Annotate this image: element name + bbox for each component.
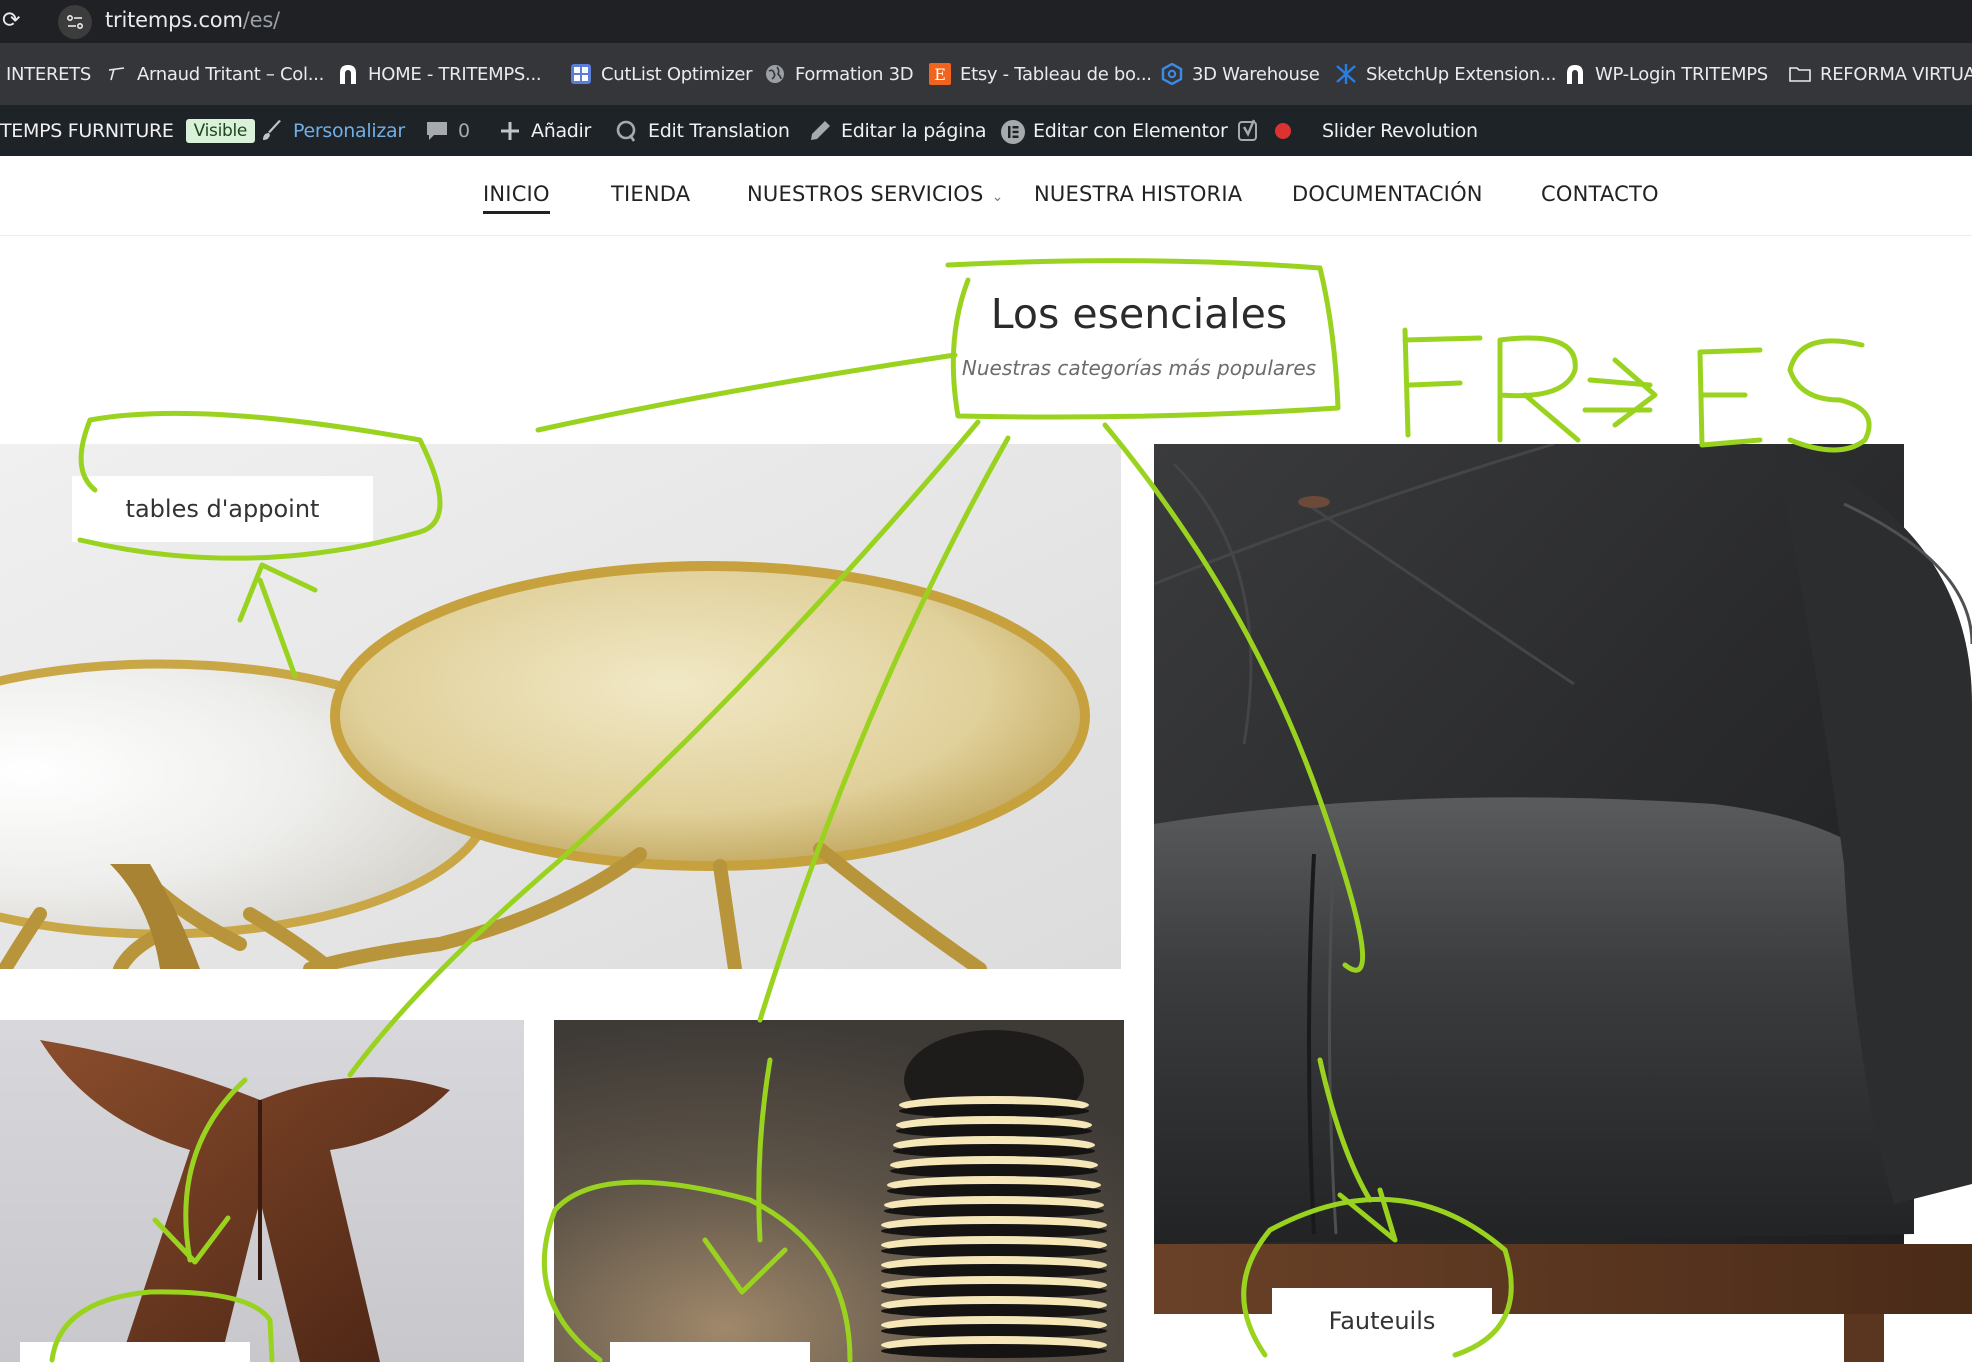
url-path: /es/	[242, 8, 280, 32]
armchair-photo	[1154, 444, 1972, 1362]
warehouse-icon	[1161, 62, 1183, 86]
nav-item-nuestros-servicios[interactable]: NUESTROS SERVICIOS ⌄	[747, 182, 1004, 206]
bookmark-reforma-virtual[interactable]: REFORMA VIRTUAL	[1789, 61, 1972, 87]
bookmark-label: SketchUp Extension...	[1366, 63, 1557, 85]
yoast-icon	[1238, 119, 1262, 143]
cutlist-icon	[570, 63, 592, 85]
bookmark-cutlist-optimizer[interactable]: CutList Optimizer	[570, 61, 753, 87]
folder-icon	[1789, 63, 1811, 85]
bookmark-label: HOME - TRITEMPS...	[368, 63, 542, 85]
svg-text:E: E	[934, 65, 945, 84]
bookmark-3d-warehouse[interactable]: 3D Warehouse	[1161, 61, 1320, 87]
lamp-ring-shadow	[884, 1204, 1104, 1218]
translation-icon	[615, 119, 639, 143]
bookmark-sketchup-extension[interactable]: SketchUp Extension...	[1335, 61, 1557, 87]
annotation-heading-box	[945, 258, 1341, 420]
plus-icon	[498, 119, 522, 143]
bookmark-label: 3D Warehouse	[1192, 63, 1320, 85]
bookmark-formation-3d[interactable]: Formation 3D	[764, 61, 914, 87]
bookmark-label: WP-Login TRITEMPS	[1595, 63, 1768, 85]
bookmark-label: INTERETS	[6, 63, 92, 85]
lamp-ring-shadow	[881, 1224, 1107, 1238]
lamp-ring-shadow	[881, 1324, 1107, 1338]
slider-revolution-button[interactable]: Slider Revolution	[1322, 117, 1478, 145]
signature-icon	[106, 63, 128, 85]
nav-item-inicio[interactable]: INICIO	[483, 182, 550, 214]
edit-page-button[interactable]: Editar la página	[808, 117, 986, 145]
lamp-ring-shadow	[881, 1264, 1107, 1278]
lamp-ring-shadow	[881, 1284, 1107, 1298]
edit-elementor-label: Editar con Elementor	[1033, 120, 1228, 142]
nav-item-nuestra-historia[interactable]: NUESTRA HISTORIA	[1034, 182, 1242, 206]
visible-badge: Visible	[185, 119, 256, 143]
annotation-fr-es-text	[1402, 327, 1872, 453]
add-new-label: Añadir	[531, 120, 592, 142]
comments-count: 0	[458, 120, 470, 142]
lamp-ring-shadow	[896, 1124, 1092, 1138]
admin-site-name[interactable]: TEMPS FURNITURE Visible	[0, 117, 256, 145]
bookmark-label: CutList Optimizer	[601, 63, 753, 85]
add-new-button[interactable]: Añadir	[498, 117, 591, 145]
butterfly-stool-photo	[0, 1020, 524, 1362]
bookmark-home-tritemps[interactable]: HOME - TRITEMPS...	[337, 61, 542, 87]
url-host: tritemps.com	[105, 8, 243, 32]
browser-url-bar: ⟳ tritemps.com/es/	[0, 0, 1972, 43]
category-label-armchairs[interactable]: Fauteuils	[1272, 1288, 1492, 1354]
nav-item-tienda[interactable]: TIENDA	[611, 182, 690, 206]
category-tile-side-tables[interactable]: tables d'appoint	[0, 444, 1121, 969]
bookmark-label: Etsy - Tableau de bo...	[960, 63, 1152, 85]
edit-elementor-button[interactable]: Editar con Elementor	[1000, 117, 1228, 145]
sketchup-icon	[1335, 63, 1357, 85]
section-title: Los esenciales	[990, 290, 1288, 338]
address-field[interactable]: tritemps.com/es/	[105, 8, 280, 32]
comments-button[interactable]: 0	[425, 117, 470, 145]
bookmarks-bar: INTERETS Arnaud Tritant – Col... HOME - …	[0, 43, 1972, 105]
comment-bubble-icon	[425, 119, 449, 143]
lamp-ring-shadow	[881, 1244, 1107, 1258]
globe-icon	[764, 63, 786, 85]
bookmark-interets[interactable]: INTERETS	[6, 61, 91, 87]
bookmark-label: Formation 3D	[795, 63, 914, 85]
lamp-ring-shadow	[881, 1304, 1107, 1318]
nav-item-contacto[interactable]: CONTACTO	[1541, 182, 1659, 206]
chevron-down-icon: ⌄	[991, 189, 1004, 205]
lamp-ring-shadow	[899, 1104, 1089, 1118]
site-main-nav: INICIO TIENDA NUESTROS SERVICIOS ⌄ NUESTR…	[0, 156, 1972, 236]
tritemps-logo-icon	[337, 63, 359, 85]
lamp-ring-shadow	[890, 1164, 1098, 1178]
customize-label: Personalizar	[293, 120, 405, 142]
wp-admin-bar: TEMPS FURNITURE Visible Personalizar 0 A…	[0, 105, 1972, 156]
site-info-icon[interactable]	[58, 5, 92, 39]
bookmark-label: Arnaud Tritant – Col...	[137, 63, 324, 85]
etsy-icon: E	[929, 63, 951, 85]
category-tile-armchairs[interactable]: Fauteuils	[1154, 444, 1972, 1362]
slider-revolution-label: Slider Revolution	[1322, 120, 1478, 142]
lamp-ring-shadow	[893, 1144, 1095, 1158]
tritemps-logo-icon	[1564, 63, 1586, 85]
reload-icon[interactable]: ⟳	[2, 10, 24, 32]
lamp-ring-shadow	[881, 1344, 1107, 1358]
bookmark-etsy[interactable]: E Etsy - Tableau de bo...	[929, 61, 1152, 87]
seo-status-dot-icon	[1275, 123, 1291, 139]
bookmark-label: REFORMA VIRTUAL	[1820, 63, 1972, 85]
edit-translation-label: Edit Translation	[648, 120, 790, 142]
category-tile-stools[interactable]	[0, 1020, 524, 1362]
site-name-label: TEMPS FURNITURE	[0, 120, 174, 142]
bookmark-wp-login-tritemps[interactable]: WP-Login TRITEMPS	[1564, 61, 1768, 87]
yoast-seo-button[interactable]	[1238, 117, 1300, 145]
category-label-side-tables[interactable]: tables d'appoint	[72, 476, 373, 542]
customize-button[interactable]: Personalizar	[260, 117, 405, 145]
lamp-ring-shadow	[887, 1184, 1101, 1198]
pencil-icon	[808, 119, 832, 143]
section-subtitle: Nuestras categorías más populares	[961, 356, 1317, 380]
category-tile-lighting[interactable]	[554, 1020, 1124, 1362]
nav-item-documentacion[interactable]: DOCUMENTACIÓN	[1292, 182, 1483, 206]
elementor-icon	[1000, 119, 1025, 144]
lamp-photo	[554, 1020, 1124, 1362]
edit-page-label: Editar la página	[841, 120, 987, 142]
nav-item-label: NUESTROS SERVICIOS	[747, 182, 984, 206]
bookmark-arnaud-tritant[interactable]: Arnaud Tritant – Col...	[106, 61, 324, 87]
paintbrush-icon	[260, 119, 284, 143]
edit-translation-button[interactable]: Edit Translation	[615, 117, 790, 145]
